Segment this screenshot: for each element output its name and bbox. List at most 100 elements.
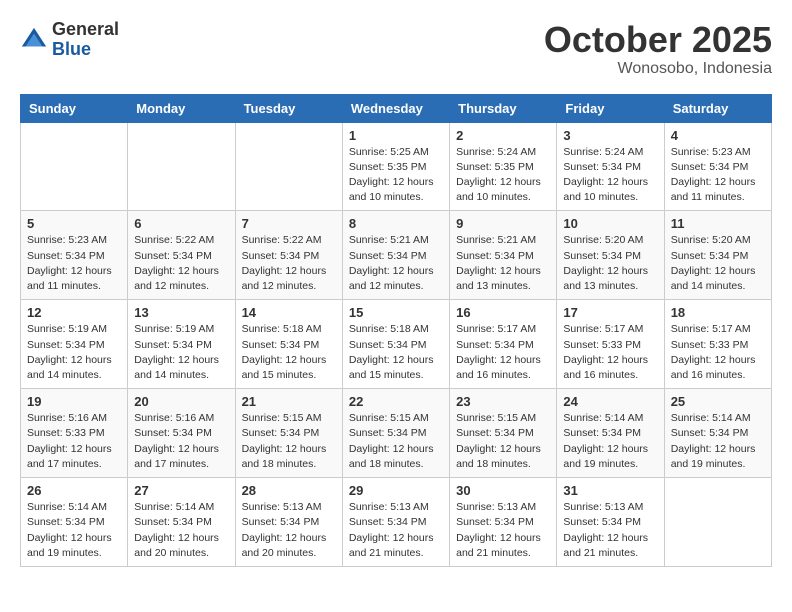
day-number: 4 xyxy=(671,128,765,143)
calendar-cell: 2 Sunrise: 5:24 AM Sunset: 5:35 PM Daylig… xyxy=(450,122,557,211)
day-info: Sunrise: 5:24 AM Sunset: 5:35 PM Dayligh… xyxy=(456,145,550,206)
weekday-header-row: SundayMondayTuesdayWednesdayThursdayFrid… xyxy=(21,94,772,122)
day-info: Sunrise: 5:15 AM Sunset: 5:34 PM Dayligh… xyxy=(242,411,336,472)
day-number: 30 xyxy=(456,483,550,498)
day-info: Sunrise: 5:16 AM Sunset: 5:33 PM Dayligh… xyxy=(27,411,121,472)
day-number: 11 xyxy=(671,216,765,231)
day-number: 24 xyxy=(563,394,657,409)
calendar-cell: 8 Sunrise: 5:21 AM Sunset: 5:34 PM Daylig… xyxy=(342,211,449,300)
day-info: Sunrise: 5:15 AM Sunset: 5:34 PM Dayligh… xyxy=(349,411,443,472)
weekday-header-sunday: Sunday xyxy=(21,94,128,122)
day-number: 7 xyxy=(242,216,336,231)
day-number: 18 xyxy=(671,305,765,320)
day-number: 6 xyxy=(134,216,228,231)
day-info: Sunrise: 5:19 AM Sunset: 5:34 PM Dayligh… xyxy=(134,322,228,383)
day-info: Sunrise: 5:18 AM Sunset: 5:34 PM Dayligh… xyxy=(349,322,443,383)
day-number: 8 xyxy=(349,216,443,231)
day-number: 29 xyxy=(349,483,443,498)
day-number: 21 xyxy=(242,394,336,409)
day-number: 1 xyxy=(349,128,443,143)
day-number: 26 xyxy=(27,483,121,498)
day-number: 23 xyxy=(456,394,550,409)
calendar-cell: 24Sunrise: 5:14 AM Sunset: 5:34 PM Dayli… xyxy=(557,389,664,478)
calendar-cell xyxy=(128,122,235,211)
day-number: 12 xyxy=(27,305,121,320)
calendar-cell: 3Sunrise: 5:24 AM Sunset: 5:34 PM Daylig… xyxy=(557,122,664,211)
weekday-header-friday: Friday xyxy=(557,94,664,122)
logo-blue: Blue xyxy=(52,40,119,60)
day-info: Sunrise: 5:14 AM Sunset: 5:34 PM Dayligh… xyxy=(27,500,121,561)
day-number: 5 xyxy=(27,216,121,231)
calendar-cell: 17Sunrise: 5:17 AM Sunset: 5:33 PM Dayli… xyxy=(557,300,664,389)
day-number: 2 xyxy=(456,128,550,143)
day-info: Sunrise: 5:14 AM Sunset: 5:34 PM Dayligh… xyxy=(671,411,765,472)
page-header: General Blue October 2025 Wonosobo, Indo… xyxy=(20,20,772,78)
calendar-cell: 22 Sunrise: 5:15 AM Sunset: 5:34 PM Dayli… xyxy=(342,389,449,478)
week-row-1: 1 Sunrise: 5:25 AM Sunset: 5:35 PM Daylig… xyxy=(21,122,772,211)
week-row-5: 26 Sunrise: 5:14 AM Sunset: 5:34 PM Dayli… xyxy=(21,478,772,567)
weekday-header-thursday: Thursday xyxy=(450,94,557,122)
day-number: 10 xyxy=(563,216,657,231)
calendar-cell: 20 Sunrise: 5:16 AM Sunset: 5:34 PM Dayli… xyxy=(128,389,235,478)
logo: General Blue xyxy=(20,20,119,60)
day-number: 20 xyxy=(134,394,228,409)
calendar-cell xyxy=(21,122,128,211)
day-info: Sunrise: 5:15 AM Sunset: 5:34 PM Dayligh… xyxy=(456,411,550,472)
day-number: 27 xyxy=(134,483,228,498)
calendar-cell: 21 Sunrise: 5:15 AM Sunset: 5:34 PM Dayli… xyxy=(235,389,342,478)
calendar-cell: 23 Sunrise: 5:15 AM Sunset: 5:34 PM Dayli… xyxy=(450,389,557,478)
calendar-cell: 10Sunrise: 5:20 AM Sunset: 5:34 PM Dayli… xyxy=(557,211,664,300)
day-info: Sunrise: 5:20 AM Sunset: 5:34 PM Dayligh… xyxy=(671,233,765,294)
weekday-header-monday: Monday xyxy=(128,94,235,122)
day-info: Sunrise: 5:23 AM Sunset: 5:34 PM Dayligh… xyxy=(27,233,121,294)
calendar-cell: 30 Sunrise: 5:13 AM Sunset: 5:34 PM Dayli… xyxy=(450,478,557,567)
calendar-cell: 27 Sunrise: 5:14 AM Sunset: 5:34 PM Dayli… xyxy=(128,478,235,567)
calendar-cell: 31Sunrise: 5:13 AM Sunset: 5:34 PM Dayli… xyxy=(557,478,664,567)
day-info: Sunrise: 5:18 AM Sunset: 5:34 PM Dayligh… xyxy=(242,322,336,383)
day-info: Sunrise: 5:13 AM Sunset: 5:34 PM Dayligh… xyxy=(349,500,443,561)
day-info: Sunrise: 5:13 AM Sunset: 5:34 PM Dayligh… xyxy=(456,500,550,561)
calendar-cell: 19 Sunrise: 5:16 AM Sunset: 5:33 PM Dayli… xyxy=(21,389,128,478)
day-number: 3 xyxy=(563,128,657,143)
day-info: Sunrise: 5:13 AM Sunset: 5:34 PM Dayligh… xyxy=(242,500,336,561)
day-number: 14 xyxy=(242,305,336,320)
calendar-cell: 6Sunrise: 5:22 AM Sunset: 5:34 PM Daylig… xyxy=(128,211,235,300)
calendar-cell: 5 Sunrise: 5:23 AM Sunset: 5:34 PM Daylig… xyxy=(21,211,128,300)
day-info: Sunrise: 5:23 AM Sunset: 5:34 PM Dayligh… xyxy=(671,145,765,206)
calendar-cell: 12 Sunrise: 5:19 AM Sunset: 5:34 PM Dayli… xyxy=(21,300,128,389)
calendar-cell: 29 Sunrise: 5:13 AM Sunset: 5:34 PM Dayli… xyxy=(342,478,449,567)
calendar-cell: 1 Sunrise: 5:25 AM Sunset: 5:35 PM Daylig… xyxy=(342,122,449,211)
calendar-cell: 4 Sunrise: 5:23 AM Sunset: 5:34 PM Daylig… xyxy=(664,122,771,211)
day-number: 19 xyxy=(27,394,121,409)
calendar-cell: 18 Sunrise: 5:17 AM Sunset: 5:33 PM Dayli… xyxy=(664,300,771,389)
day-info: Sunrise: 5:14 AM Sunset: 5:34 PM Dayligh… xyxy=(134,500,228,561)
weekday-header-tuesday: Tuesday xyxy=(235,94,342,122)
weekday-header-saturday: Saturday xyxy=(664,94,771,122)
weekday-header-wednesday: Wednesday xyxy=(342,94,449,122)
calendar-cell xyxy=(664,478,771,567)
day-info: Sunrise: 5:17 AM Sunset: 5:33 PM Dayligh… xyxy=(671,322,765,383)
day-number: 25 xyxy=(671,394,765,409)
logo-text: General Blue xyxy=(52,20,119,60)
day-info: Sunrise: 5:16 AM Sunset: 5:34 PM Dayligh… xyxy=(134,411,228,472)
day-number: 13 xyxy=(134,305,228,320)
calendar-cell: 16Sunrise: 5:17 AM Sunset: 5:34 PM Dayli… xyxy=(450,300,557,389)
calendar-cell: 13 Sunrise: 5:19 AM Sunset: 5:34 PM Dayli… xyxy=(128,300,235,389)
calendar-cell xyxy=(235,122,342,211)
day-info: Sunrise: 5:25 AM Sunset: 5:35 PM Dayligh… xyxy=(349,145,443,206)
week-row-2: 5 Sunrise: 5:23 AM Sunset: 5:34 PM Daylig… xyxy=(21,211,772,300)
calendar-cell: 26 Sunrise: 5:14 AM Sunset: 5:34 PM Dayli… xyxy=(21,478,128,567)
day-number: 17 xyxy=(563,305,657,320)
day-number: 28 xyxy=(242,483,336,498)
calendar-cell: 15 Sunrise: 5:18 AM Sunset: 5:34 PM Dayli… xyxy=(342,300,449,389)
day-number: 15 xyxy=(349,305,443,320)
day-info: Sunrise: 5:22 AM Sunset: 5:34 PM Dayligh… xyxy=(242,233,336,294)
calendar-cell: 28 Sunrise: 5:13 AM Sunset: 5:34 PM Dayli… xyxy=(235,478,342,567)
day-number: 16 xyxy=(456,305,550,320)
calendar-cell: 7 Sunrise: 5:22 AM Sunset: 5:34 PM Daylig… xyxy=(235,211,342,300)
calendar: SundayMondayTuesdayWednesdayThursdayFrid… xyxy=(20,94,772,567)
day-info: Sunrise: 5:21 AM Sunset: 5:34 PM Dayligh… xyxy=(349,233,443,294)
day-info: Sunrise: 5:19 AM Sunset: 5:34 PM Dayligh… xyxy=(27,322,121,383)
day-number: 22 xyxy=(349,394,443,409)
month-title: October 2025 xyxy=(544,20,772,60)
